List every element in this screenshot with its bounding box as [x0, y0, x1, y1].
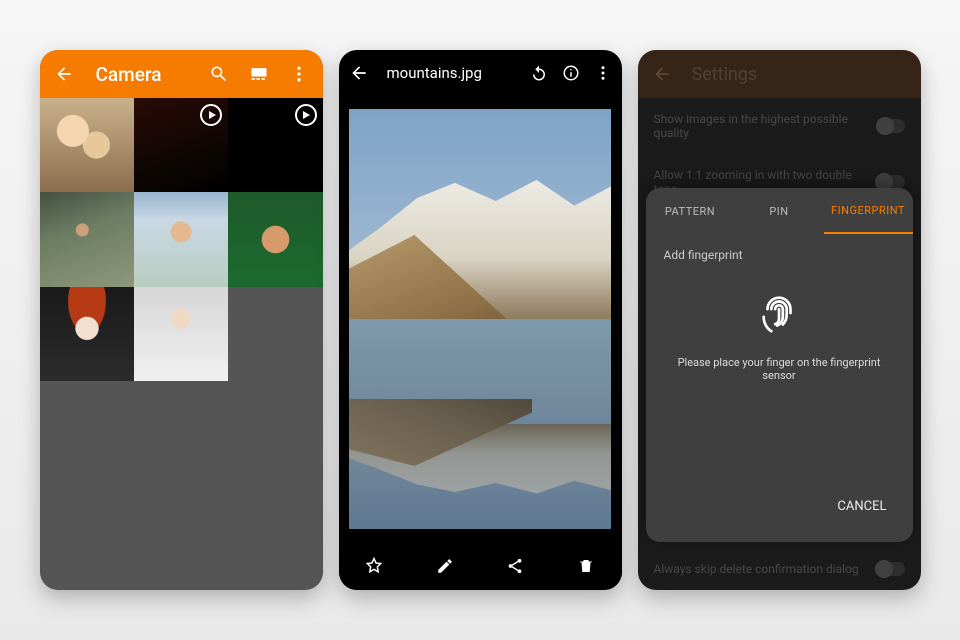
- gallery-title: Camera: [96, 63, 207, 86]
- thumbnail[interactable]: [134, 98, 228, 192]
- thumbnail[interactable]: [134, 192, 228, 286]
- sheet-hint: Please place your finger on the fingerpr…: [664, 356, 895, 382]
- thumbnail-grid: [40, 98, 323, 381]
- toggle[interactable]: [875, 175, 905, 189]
- back-arrow-icon[interactable]: [349, 63, 369, 83]
- thumbnail[interactable]: [40, 287, 134, 381]
- cancel-button[interactable]: CANCEL: [829, 485, 894, 528]
- settings-screen: Settings Show images in the highest poss…: [638, 50, 921, 590]
- trash-icon[interactable]: [575, 555, 597, 577]
- setting-label: Always skip delete confirmation dialog: [654, 562, 859, 576]
- share-icon[interactable]: [504, 555, 526, 577]
- play-icon: [295, 104, 317, 126]
- viewer-filename: mountains.jpg: [387, 64, 530, 82]
- more-vert-icon[interactable]: [287, 64, 311, 84]
- thumbnail[interactable]: [134, 287, 228, 381]
- search-icon[interactable]: [207, 64, 231, 84]
- viewer-bottom-bar: [339, 542, 622, 590]
- thumbnail[interactable]: [40, 98, 134, 192]
- viewer-screen: mountains.jpg: [339, 50, 622, 590]
- sheet-subtitle: Add fingerprint: [664, 248, 743, 262]
- back-arrow-icon[interactable]: [652, 64, 672, 84]
- info-icon[interactable]: [562, 64, 580, 82]
- fingerprint-icon: [756, 290, 802, 336]
- setting-label: Show images in the highest possible qual…: [654, 112, 876, 140]
- toggle[interactable]: [875, 562, 905, 576]
- settings-title: Settings: [692, 64, 758, 85]
- image-viewport[interactable]: [339, 96, 622, 542]
- thumbnail[interactable]: [228, 192, 322, 286]
- thumbnail[interactable]: [40, 192, 134, 286]
- rotate-icon[interactable]: [530, 64, 548, 82]
- settings-toolbar: Settings: [638, 50, 921, 98]
- gallery-toolbar: Camera: [40, 50, 323, 98]
- tab-fingerprint[interactable]: FINGERPRINT: [824, 188, 913, 234]
- viewer-toolbar: mountains.jpg: [339, 50, 622, 96]
- setting-row[interactable]: Always skip delete confirmation dialog: [638, 548, 921, 590]
- play-icon: [200, 104, 222, 126]
- edit-icon[interactable]: [434, 555, 456, 577]
- view-mode-icon[interactable]: [247, 64, 271, 84]
- mountain-image: [349, 109, 611, 529]
- setting-row[interactable]: Show images in the highest possible qual…: [638, 98, 921, 154]
- tab-pin[interactable]: PIN: [735, 188, 824, 234]
- star-icon[interactable]: [363, 555, 385, 577]
- toggle[interactable]: [876, 119, 905, 133]
- gallery-screen: Camera: [40, 50, 323, 590]
- thumbnail[interactable]: [228, 98, 322, 192]
- security-sheet: PATTERN PIN FINGERPRINT Add fingerprint …: [646, 188, 913, 542]
- more-vert-icon[interactable]: [594, 64, 612, 82]
- security-tabs: PATTERN PIN FINGERPRINT: [646, 188, 913, 234]
- tab-pattern[interactable]: PATTERN: [646, 188, 735, 234]
- back-arrow-icon[interactable]: [52, 64, 76, 84]
